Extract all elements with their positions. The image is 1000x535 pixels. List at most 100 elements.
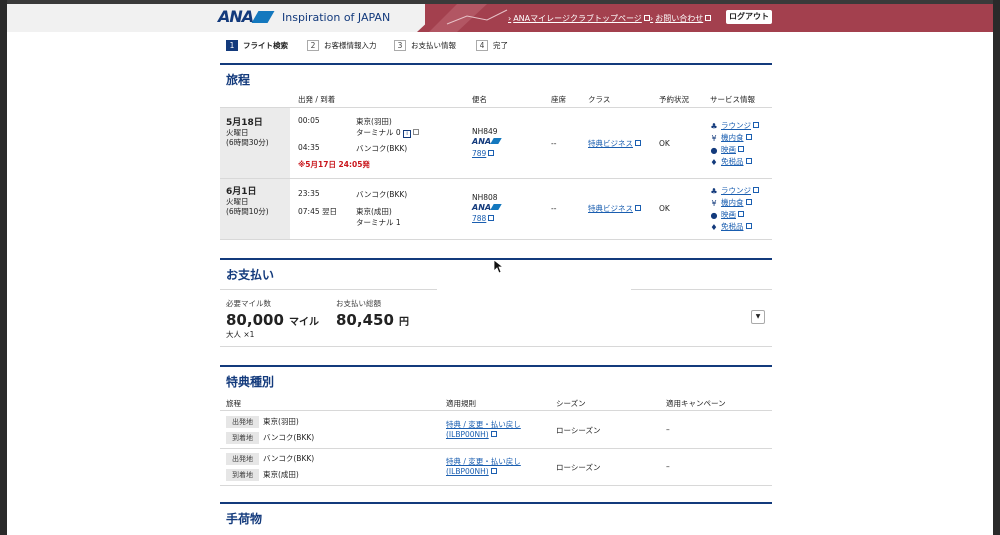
campaign-value: –: [666, 462, 670, 471]
external-link-icon: [490, 431, 497, 437]
external-link-icon: [488, 215, 495, 221]
col-header-seat: 座席: [551, 95, 566, 104]
external-link-icon: [745, 158, 752, 164]
flight-number: NH849: [472, 127, 498, 136]
lounge-icon: ♣: [710, 187, 718, 196]
service-dutyfree-link[interactable]: ♦ 免税品: [710, 221, 752, 232]
col-header-rule: 適用規則: [446, 399, 476, 408]
payment-title: お支払い: [226, 268, 275, 282]
divider: [220, 485, 772, 486]
total-amount: 80,450 円: [336, 310, 409, 329]
arrival-row: 到着地 東京(成田): [226, 469, 299, 481]
award-type-section: 特典種別 旅程 適用規則 シーズン 適用キャンペーン 出発地 東京(羽田) 到着地…: [220, 365, 772, 486]
arrival-time: 07:45 翌日: [298, 207, 337, 216]
class-link[interactable]: 特典ビジネス: [588, 138, 641, 149]
baggage-section: 手荷物: [220, 502, 772, 535]
ana-logo[interactable]: ANA: [218, 7, 275, 26]
payment-details-toggle[interactable]: ▼: [751, 310, 765, 324]
season-value: ローシーズン: [556, 426, 601, 435]
step-label: お支払い情報: [411, 41, 456, 50]
meal-icon: ¥: [711, 199, 717, 208]
col-header-class: クラス: [588, 95, 611, 104]
col-header-services: サービス情報: [710, 95, 755, 104]
external-link-icon: [413, 129, 420, 135]
step-number: 3: [394, 40, 406, 51]
arrow-right-icon: ›: [508, 14, 512, 23]
itinerary-section: 旅程 出発 / 到着 便名 座席 クラス 予約状況 サービス情報 5月18日 火…: [220, 63, 772, 240]
divider: [220, 178, 772, 179]
seat-value: --: [551, 139, 557, 148]
logo-mark-icon: [490, 204, 502, 210]
movie-icon: ●: [710, 146, 718, 155]
departure-time: 23:35: [298, 189, 320, 198]
step-label: お客様情報入力: [324, 41, 377, 50]
arrival-place: バンコク(BKK): [263, 433, 315, 442]
step-payment-info: 3 お支払い情報: [394, 40, 456, 51]
service-movie-link[interactable]: ● 映画: [710, 209, 744, 220]
window-left-edge: [0, 0, 7, 535]
external-link-icon: [643, 15, 650, 21]
col-header-itinerary: 旅程: [226, 399, 241, 408]
total-value: 80,450: [336, 311, 394, 329]
miles-label: 必要マイル数: [226, 299, 271, 308]
step-label: 完了: [493, 41, 508, 50]
external-link-icon: [488, 150, 495, 156]
miles-amount: 80,000 マイル: [226, 310, 319, 329]
rule-code-link[interactable]: (ILBP00NH): [446, 467, 497, 476]
divider: [220, 239, 772, 240]
service-dutyfree-link[interactable]: ♦ 免税品: [710, 156, 752, 167]
arrow-right-icon: ›: [650, 14, 654, 23]
service-movie-link[interactable]: ● 映画: [710, 144, 744, 155]
flight-number: NH808: [472, 193, 498, 202]
divider: [220, 448, 772, 449]
service-meal-link[interactable]: ¥ 機内食: [710, 132, 752, 143]
total-label: お支払い総額: [336, 299, 381, 308]
contact-link[interactable]: › お問い合わせ: [650, 13, 712, 24]
miles-value: 80,000: [226, 311, 284, 329]
external-link-icon: [745, 223, 752, 229]
arrival-row: 到着地 バンコク(BKK): [226, 432, 314, 444]
aircraft-link[interactable]: 789: [472, 149, 495, 158]
step-number: 1: [226, 40, 238, 51]
external-link-icon: [635, 140, 641, 146]
aircraft-link[interactable]: 788: [472, 214, 495, 223]
site-header: [7, 4, 993, 32]
col-header-flight: 便名: [472, 95, 487, 104]
divider: [220, 289, 437, 290]
airline-logo: ANA: [472, 137, 502, 146]
tagline: Inspiration of JAPAN: [282, 11, 391, 24]
external-link-icon: [745, 199, 752, 205]
flight-duration: (6時間30分): [226, 138, 269, 147]
miles-unit: マイル: [288, 317, 319, 328]
external-link-icon: [745, 134, 752, 140]
seat-value: --: [551, 204, 557, 213]
step-label: フライト検索: [243, 41, 288, 50]
chevron-down-icon: ▼: [755, 313, 761, 320]
dutyfree-icon: ♦: [710, 223, 718, 232]
mileage-club-link[interactable]: › ANAマイレージクラブトップページ: [508, 13, 650, 24]
departure-terminal: ターミナル 0 i: [356, 127, 420, 138]
rule-link[interactable]: 特典 / 変更・払い戻し: [446, 419, 521, 430]
arrival-badge: 到着地: [226, 432, 259, 444]
arrival-place: バンコク(BKK): [356, 144, 408, 153]
lounge-icon: ♣: [710, 122, 718, 131]
arrival-terminal: ターミナル 1: [356, 218, 401, 227]
arrival-place: 東京(成田): [356, 207, 392, 216]
departure-place: バンコク(BKK): [263, 454, 315, 463]
external-link-icon: [738, 146, 744, 152]
info-icon[interactable]: i: [403, 130, 412, 138]
divider: [220, 410, 772, 411]
service-meal-link[interactable]: ¥ 機内食: [710, 197, 752, 208]
service-lounge-link[interactable]: ♣ ラウンジ: [710, 185, 759, 196]
departure-time: 00:05: [298, 116, 320, 125]
step-complete: 4 完了: [476, 40, 508, 51]
rule-code-link[interactable]: (ILBP00NH): [446, 430, 497, 439]
rule-link[interactable]: 特典 / 変更・払い戻し: [446, 456, 521, 467]
season-value: ローシーズン: [556, 463, 601, 472]
class-link[interactable]: 特典ビジネス: [588, 203, 641, 214]
campaign-value: –: [666, 425, 670, 434]
logo-mark-icon: [490, 138, 502, 144]
logout-button[interactable]: ログアウト: [726, 10, 772, 24]
service-lounge-link[interactable]: ♣ ラウンジ: [710, 120, 759, 131]
divider: [220, 107, 772, 108]
